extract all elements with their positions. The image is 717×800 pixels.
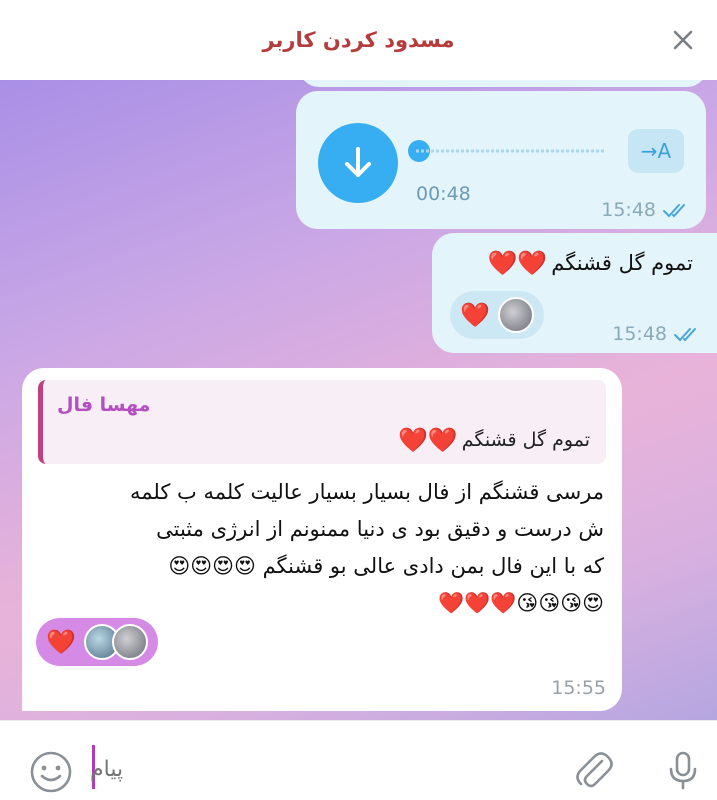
message-text-content: تموم گل قشنگم (551, 251, 693, 275)
double-check-icon (663, 204, 685, 218)
smiley-icon (30, 751, 72, 793)
message-input[interactable] (90, 749, 550, 789)
message-text: تموم گل قشنگم ❤️❤️ (487, 249, 693, 277)
reply-quote[interactable]: مهسا فال تموم گل قشنگم ❤️❤️ (38, 380, 606, 464)
message-meta: 15:48 (612, 323, 703, 345)
incoming-message-bubble[interactable]: مهسا فال تموم گل قشنگم ❤️❤️ مرسی قشنگم ا… (22, 368, 622, 711)
chat-area[interactable]: 00:48 →A 15:48 تموم گل قشنگم ❤️❤️ ❤️ 15:… (0, 80, 717, 720)
outgoing-message-bubble[interactable]: تموم گل قشنگم ❤️❤️ ❤️ 15:48 (432, 233, 717, 353)
hearts-emoji: ❤️❤️ (487, 249, 548, 277)
reply-sender-name: مهسا فال (57, 394, 151, 416)
message-meta: 15:48 (601, 199, 692, 221)
microphone-button[interactable] (660, 747, 706, 793)
message-text: مرسی قشنگم از فال بسیار بسیار عالیت کلمه… (38, 474, 604, 622)
heart-reaction-icon: ❤️ (46, 628, 76, 656)
reply-text-content: تموم گل قشنگم (461, 429, 590, 451)
avatar (111, 624, 148, 660)
chat-header: مسدود کردن کاربر (0, 0, 717, 80)
hearts-emoji: ❤️❤️ (397, 426, 458, 454)
reactor-avatars (83, 624, 148, 660)
reply-text: تموم گل قشنگم ❤️❤️ (398, 426, 590, 454)
voice-duration: 00:48 (416, 183, 471, 205)
transcribe-button[interactable]: →A (628, 129, 684, 173)
avatar (497, 297, 534, 333)
previous-message-bubble (299, 80, 707, 87)
arrow-down-icon (345, 147, 371, 177)
message-time: 15:48 (612, 323, 667, 345)
paperclip-icon (576, 752, 613, 788)
message-line: که با این فال بمن دادی عالی بو قشنگم 😍😍😍… (168, 554, 604, 578)
reaction-pill[interactable]: ❤️ (450, 291, 544, 339)
message-time: 15:55 (551, 677, 606, 699)
message-line: مرسی قشنگم از فال بسیار بسیار عالیت کلمه… (129, 480, 604, 504)
attach-button[interactable] (570, 747, 616, 793)
microphone-icon (669, 751, 697, 790)
reaction-pill[interactable]: ❤️ (36, 618, 158, 666)
block-user-title[interactable]: مسدود کردن کاربر (262, 28, 454, 52)
voice-waveform (416, 149, 606, 153)
download-voice-button[interactable] (318, 123, 398, 203)
heart-reaction-icon: ❤️ (460, 301, 490, 329)
voice-message-bubble[interactable]: 00:48 →A 15:48 (296, 91, 706, 229)
double-check-icon (674, 328, 696, 342)
message-line: ش درست و دقیق بود ی دنیا ممنونم از انرژی… (156, 517, 604, 541)
emoji-button[interactable] (28, 749, 74, 795)
message-time: 15:48 (601, 199, 656, 221)
close-icon[interactable] (667, 24, 699, 56)
message-line: 😍😘😘😘❤️❤️❤️ (437, 591, 604, 615)
message-input-bar (0, 720, 717, 800)
